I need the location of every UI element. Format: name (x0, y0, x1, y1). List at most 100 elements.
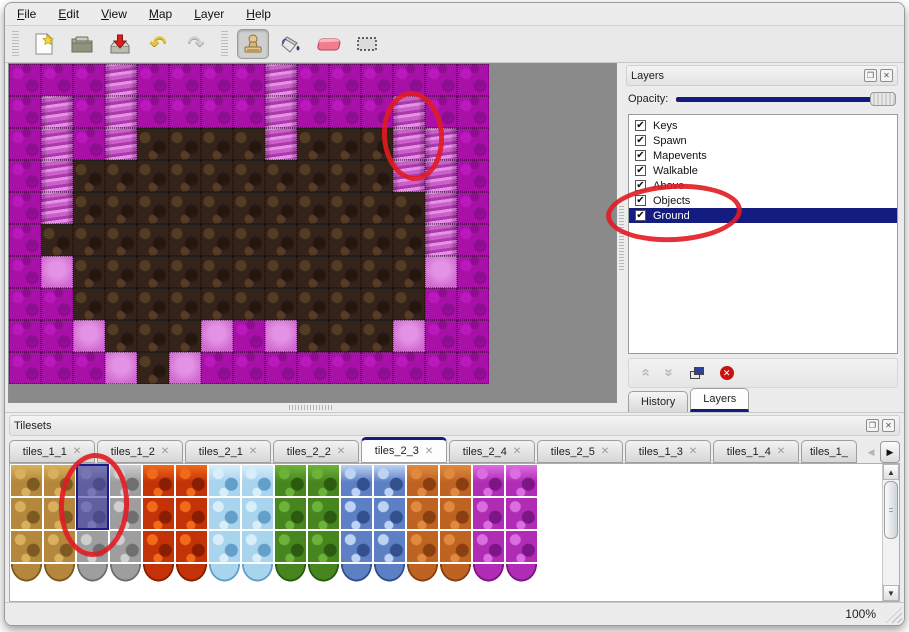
map-tile-magenta-ground[interactable] (457, 64, 489, 96)
map-tile-pink-bush[interactable] (73, 320, 105, 352)
tileset-tile-gray[interactable] (109, 497, 142, 530)
tab-close-icon[interactable]: ✕ (337, 446, 345, 457)
tab-close-icon[interactable]: ✕ (161, 446, 169, 457)
map-tile-brown-dirt[interactable] (265, 160, 297, 192)
tileset-tile-green[interactable] (274, 530, 307, 563)
tab-close-icon[interactable]: ✕ (689, 446, 697, 457)
map-tile-magenta-ground[interactable] (9, 224, 41, 256)
map-tile-brown-dirt[interactable] (137, 160, 169, 192)
map-tile-brown-dirt[interactable] (73, 160, 105, 192)
map-tile-magenta-ground[interactable] (393, 352, 425, 384)
map-tile-brown-dirt[interactable] (361, 192, 393, 224)
tileset-tile-sky-blue[interactable] (208, 464, 241, 497)
map-tile-brown-dirt[interactable] (105, 320, 137, 352)
tileset-grid[interactable] (10, 464, 882, 601)
tileset-tile-green[interactable] (274, 563, 307, 596)
map-tile-brown-dirt[interactable] (297, 128, 329, 160)
tileset-tab-tiles_2_5[interactable]: tiles_2_5✕ (537, 440, 623, 463)
map-tile-brown-dirt[interactable] (137, 256, 169, 288)
map-tile-brown-dirt[interactable] (169, 128, 201, 160)
map-tile-brown-dirt[interactable] (329, 256, 361, 288)
map-tile-magenta-ground[interactable] (425, 320, 457, 352)
tileset-tile-fire-red[interactable] (175, 497, 208, 530)
map-tile-pink-bush[interactable] (41, 256, 73, 288)
map-tile-brown-dirt[interactable] (201, 224, 233, 256)
opacity-slider-handle[interactable] (870, 92, 896, 106)
new-map-button[interactable] (28, 29, 60, 59)
layer-row-ground[interactable]: ✔Ground (629, 208, 897, 223)
tileset-tile-gray[interactable] (109, 530, 142, 563)
scroll-down-icon[interactable]: ▼ (883, 585, 899, 601)
map-tile-pink-bush[interactable] (265, 320, 297, 352)
tileset-tile-fire-red[interactable] (175, 530, 208, 563)
save-map-button[interactable] (104, 29, 136, 59)
map-tile-brown-dirt[interactable] (329, 128, 361, 160)
map-tile-magenta-ground[interactable] (393, 64, 425, 96)
tileset-tile-gold[interactable] (10, 563, 43, 596)
scrollbar-thumb[interactable] (884, 481, 898, 539)
map-tile-magenta-ground[interactable] (457, 256, 489, 288)
tab-close-icon[interactable]: ✕ (777, 446, 785, 457)
map-tile-magenta-ground[interactable] (73, 128, 105, 160)
map-tile-brown-dirt[interactable] (201, 192, 233, 224)
map-tile-brown-dirt[interactable] (137, 352, 169, 384)
menu-file[interactable]: File (17, 7, 36, 21)
scrollbar-track[interactable] (883, 540, 899, 585)
tileset-tile-fire-red[interactable] (175, 464, 208, 497)
tileset-tile-fire-red[interactable] (175, 563, 208, 596)
tileset-tile-gold[interactable] (10, 464, 43, 497)
tileset-tab-tiles_1_3[interactable]: tiles_1_3✕ (625, 440, 711, 463)
map-tile-magenta-ground[interactable] (457, 352, 489, 384)
layer-row-mapevents[interactable]: ✔Mapevents (629, 148, 897, 163)
tileset-tile-crystal-blue[interactable] (373, 530, 406, 563)
map-tile-brown-dirt[interactable] (201, 128, 233, 160)
map-tile-brown-dirt[interactable] (169, 192, 201, 224)
undo-button[interactable]: ↶ (142, 29, 174, 59)
menu-map[interactable]: Map (149, 7, 172, 21)
map-tile-magenta-ground[interactable] (41, 352, 73, 384)
map-tile-magenta-ground[interactable] (233, 64, 265, 96)
map-tile-magenta-ground[interactable] (41, 288, 73, 320)
map-tile-tree-trunk[interactable] (41, 96, 73, 128)
map-tile-brown-dirt[interactable] (361, 224, 393, 256)
tileset-tile-sky-blue[interactable] (241, 497, 274, 530)
map-tile-tree-trunk[interactable] (105, 128, 137, 160)
tab-layers[interactable]: Layers (690, 388, 749, 412)
map-tile-magenta-ground[interactable] (9, 96, 41, 128)
tileset-tab-tiles_1_2[interactable]: tiles_1_2✕ (97, 440, 183, 463)
tileset-tile-purple[interactable] (472, 563, 505, 596)
map-tile-magenta-ground[interactable] (169, 64, 201, 96)
tileset-tab-tiles_1_1[interactable]: tiles_1_1✕ (9, 440, 95, 463)
map-tile-magenta-ground[interactable] (361, 352, 393, 384)
redo-button[interactable]: ↷ (180, 29, 212, 59)
map-tile-magenta-ground[interactable] (233, 96, 265, 128)
map-tile-brown-dirt[interactable] (329, 160, 361, 192)
opacity-slider[interactable] (676, 91, 896, 107)
map-tile-magenta-ground[interactable] (9, 320, 41, 352)
map-tile-brown-dirt[interactable] (361, 320, 393, 352)
map-tile-magenta-ground[interactable] (297, 352, 329, 384)
map-tile-brown-dirt[interactable] (169, 160, 201, 192)
layer-visibility-checkbox[interactable]: ✔ (635, 210, 646, 221)
map-tile-brown-dirt[interactable] (233, 288, 265, 320)
layer-row-walkable[interactable]: ✔Walkable (629, 163, 897, 178)
map-tile-magenta-ground[interactable] (265, 352, 297, 384)
map-tile-magenta-ground[interactable] (201, 96, 233, 128)
tileset-tile-crystal-blue[interactable] (340, 563, 373, 596)
tileset-tile-sky-blue[interactable] (241, 464, 274, 497)
tileset-tab-tiles_2_3[interactable]: tiles_2_3✕ (361, 437, 447, 463)
map-tile-brown-dirt[interactable] (265, 192, 297, 224)
map-tile-magenta-ground[interactable] (457, 288, 489, 320)
map-tile-brown-dirt[interactable] (297, 320, 329, 352)
map-tile-tree-trunk[interactable] (105, 96, 137, 128)
tileset-tile-crystal-blue[interactable] (373, 497, 406, 530)
float-panel-icon[interactable]: ❐ (864, 69, 877, 82)
tab-close-icon[interactable]: ✕ (601, 446, 609, 457)
map-tile-brown-dirt[interactable] (265, 224, 297, 256)
tileset-tile-gold[interactable] (43, 563, 76, 596)
map-tile-brown-dirt[interactable] (137, 288, 169, 320)
map-tile-brown-dirt[interactable] (297, 288, 329, 320)
map-tile-magenta-ground[interactable] (73, 352, 105, 384)
map-tile-magenta-ground[interactable] (457, 128, 489, 160)
map-tile-brown-dirt[interactable] (169, 256, 201, 288)
